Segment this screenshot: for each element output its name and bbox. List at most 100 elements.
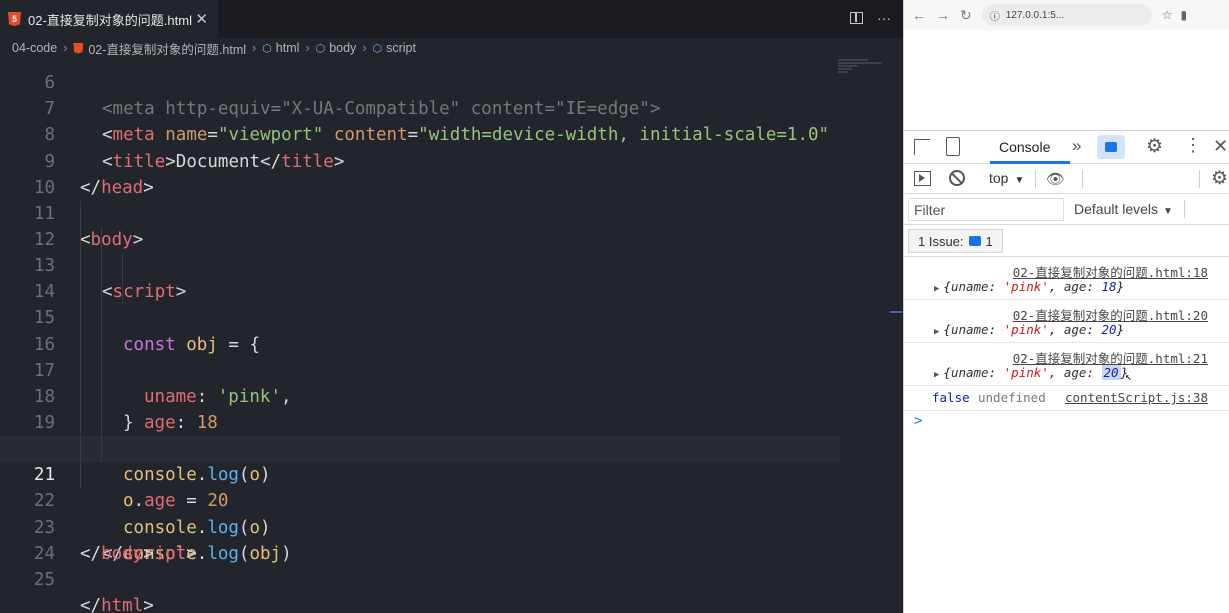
filter-input[interactable] xyxy=(908,198,1064,221)
clear-console-icon[interactable] xyxy=(949,170,965,186)
code-line: 8 <title>Document</title> xyxy=(0,96,840,171)
indent-guide xyxy=(80,305,81,332)
log-value: undefined xyxy=(978,390,1046,405)
indent-guide xyxy=(80,383,81,410)
breadcrumb-html[interactable]: html xyxy=(276,41,300,55)
chevron-right-icon: › xyxy=(252,41,257,55)
indent-guide xyxy=(80,436,81,463)
context-selector[interactable]: top ▼ xyxy=(989,170,1024,186)
editor-tab-bar: 5 02-直接复制对象的问题.html ✕ ··· xyxy=(0,0,903,38)
devtools-tab-bar: Console » ⚙ ⋮ ✕ xyxy=(904,131,1229,164)
console-entry: false undefined contentScript.js:38 xyxy=(904,386,1229,411)
console-entry: 02-直接复制对象的问题.html:18 ▶ {uname: 'pink', ag… xyxy=(904,257,1229,300)
code-line: 12 <script> xyxy=(0,200,840,302)
html5-icon: 5 xyxy=(8,12,21,26)
code-line: 11 <body> xyxy=(0,175,840,250)
forward-icon[interactable]: → xyxy=(936,7,950,23)
code-line: 7 <meta name="viewport" content="width=d… xyxy=(0,70,840,145)
close-devtools-icon[interactable]: ✕ xyxy=(1213,136,1228,157)
log-value: false xyxy=(932,390,970,405)
show-sidebar-icon[interactable] xyxy=(914,171,931,186)
code-line: 13 const obj = { xyxy=(0,226,840,355)
element-icon: ⬡ xyxy=(315,42,326,55)
element-icon: ⬡ xyxy=(372,42,383,55)
reload-icon[interactable]: ↻ xyxy=(960,7,972,24)
indent-guide xyxy=(80,357,81,384)
element-icon: ⬡ xyxy=(262,42,272,55)
minimap[interactable] xyxy=(838,58,890,98)
code-line: 24 xyxy=(0,515,840,564)
code-line: 15 age: 18 xyxy=(0,279,840,433)
expand-triangle-icon: ▶ xyxy=(934,370,940,380)
filter-bar: Default levels▼ xyxy=(904,194,1229,225)
split-editor-icon[interactable] xyxy=(850,12,863,24)
code-line: 14 uname: 'pink', xyxy=(0,253,840,407)
indent-guide xyxy=(101,331,102,358)
code-line: 17 const o = obj xyxy=(0,331,840,459)
code-area[interactable]: 6 <meta http-equiv="X-UA-Compatible" con… xyxy=(0,44,840,613)
breadcrumb-file[interactable]: 02-直接复制对象的问题.html xyxy=(88,39,246,58)
issues-button[interactable]: 1 Issue: 1 xyxy=(908,229,1003,253)
divider xyxy=(1082,170,1083,188)
logged-object[interactable]: ▶ {uname: 'pink', age: 18} xyxy=(934,279,1124,294)
indent-guide xyxy=(80,253,81,280)
issues-message-icon[interactable] xyxy=(1097,135,1125,159)
chevron-right-icon: › xyxy=(305,41,310,55)
code-line: 18 console.log(o) xyxy=(0,357,840,485)
indent-guide xyxy=(80,200,81,227)
text-cursor-icon: ↖ xyxy=(1125,370,1132,383)
back-icon[interactable]: ← xyxy=(912,7,926,23)
inspect-element-icon[interactable] xyxy=(914,139,930,155)
console-entry: 02-直接复制对象的问题.html:21 ▶ {uname: 'pink', ag… xyxy=(904,343,1229,386)
chevron-right-icon: › xyxy=(63,41,68,55)
browser-window: ← → ↻ ⓘ 127.0.0.1:5... ☆ ▮ Console » ⚙ ⋮… xyxy=(903,0,1229,613)
issues-label: 1 Issue: xyxy=(918,233,964,249)
console-settings-gear-icon[interactable]: ⚙ xyxy=(1211,167,1228,190)
indent-guide xyxy=(101,357,102,384)
close-icon[interactable]: ✕ xyxy=(195,10,208,28)
source-link[interactable]: contentScript.js:38 xyxy=(1065,390,1208,405)
info-icon: ⓘ xyxy=(989,11,1000,23)
scrollbar-marker[interactable] xyxy=(890,311,902,313)
breadcrumb-folder[interactable]: 04-code xyxy=(12,41,57,55)
editor-tab[interactable]: 5 02-直接复制对象的问题.html ✕ xyxy=(0,0,218,38)
indent-guide xyxy=(122,253,123,280)
more-actions-icon[interactable]: ··· xyxy=(877,10,891,26)
code-line: 22 </script> xyxy=(0,462,840,564)
live-expression-eye-icon[interactable]: 👁 xyxy=(1046,170,1065,188)
settings-gear-icon[interactable]: ⚙ xyxy=(1146,135,1163,158)
devtools-panel: Console » ⚙ ⋮ ✕ top▼ 👁 ⚙ Default levels▼ xyxy=(904,130,1229,613)
breadcrumb-script[interactable]: script xyxy=(386,41,416,55)
expand-triangle-icon: ▶ xyxy=(934,284,940,294)
url-text: 127.0.0.1:5... xyxy=(1005,9,1065,21)
line-number: 25 xyxy=(33,569,55,590)
kebab-menu-icon[interactable]: ⋮ xyxy=(1184,135,1202,156)
log-levels-dropdown[interactable]: Default levels ▼ xyxy=(1074,201,1173,217)
console-entry: 02-直接复制对象的问题.html:20 ▶ {uname: 'pink', ag… xyxy=(904,300,1229,343)
more-tabs-icon[interactable]: » xyxy=(1072,136,1081,156)
console-prompt[interactable]: > xyxy=(914,413,922,429)
indent-guide xyxy=(101,226,102,254)
code-line: 20 console.log(o) xyxy=(0,409,840,538)
logged-object[interactable]: ▶ {uname: 'pink', age: 20} xyxy=(934,365,1128,380)
indent-guide xyxy=(101,383,102,410)
device-toolbar-icon[interactable] xyxy=(946,137,960,156)
indent-guide xyxy=(80,409,81,437)
indent-guide xyxy=(80,226,81,254)
divider xyxy=(1184,200,1185,218)
tab-console[interactable]: Console xyxy=(999,139,1050,155)
code-text: </html> xyxy=(80,595,154,613)
issue-message-icon xyxy=(968,236,981,246)
logged-object[interactable]: ▶ {uname: 'pink', age: 20} xyxy=(934,322,1124,337)
indent-guide xyxy=(101,305,102,332)
breadcrumb-body[interactable]: body xyxy=(329,41,356,55)
indent-guide xyxy=(101,253,102,280)
star-icon[interactable]: ☆ xyxy=(1162,8,1173,22)
indent-guide xyxy=(80,279,81,306)
indent-guide xyxy=(122,279,123,306)
issues-bar: 1 Issue: 1 xyxy=(904,225,1229,257)
issues-count: 1 xyxy=(985,233,993,249)
address-bar[interactable]: ⓘ 127.0.0.1:5... xyxy=(981,4,1152,26)
code-line: 19 o.age = 20 xyxy=(0,383,840,511)
sidepanel-icon[interactable]: ▮ xyxy=(1181,8,1188,22)
